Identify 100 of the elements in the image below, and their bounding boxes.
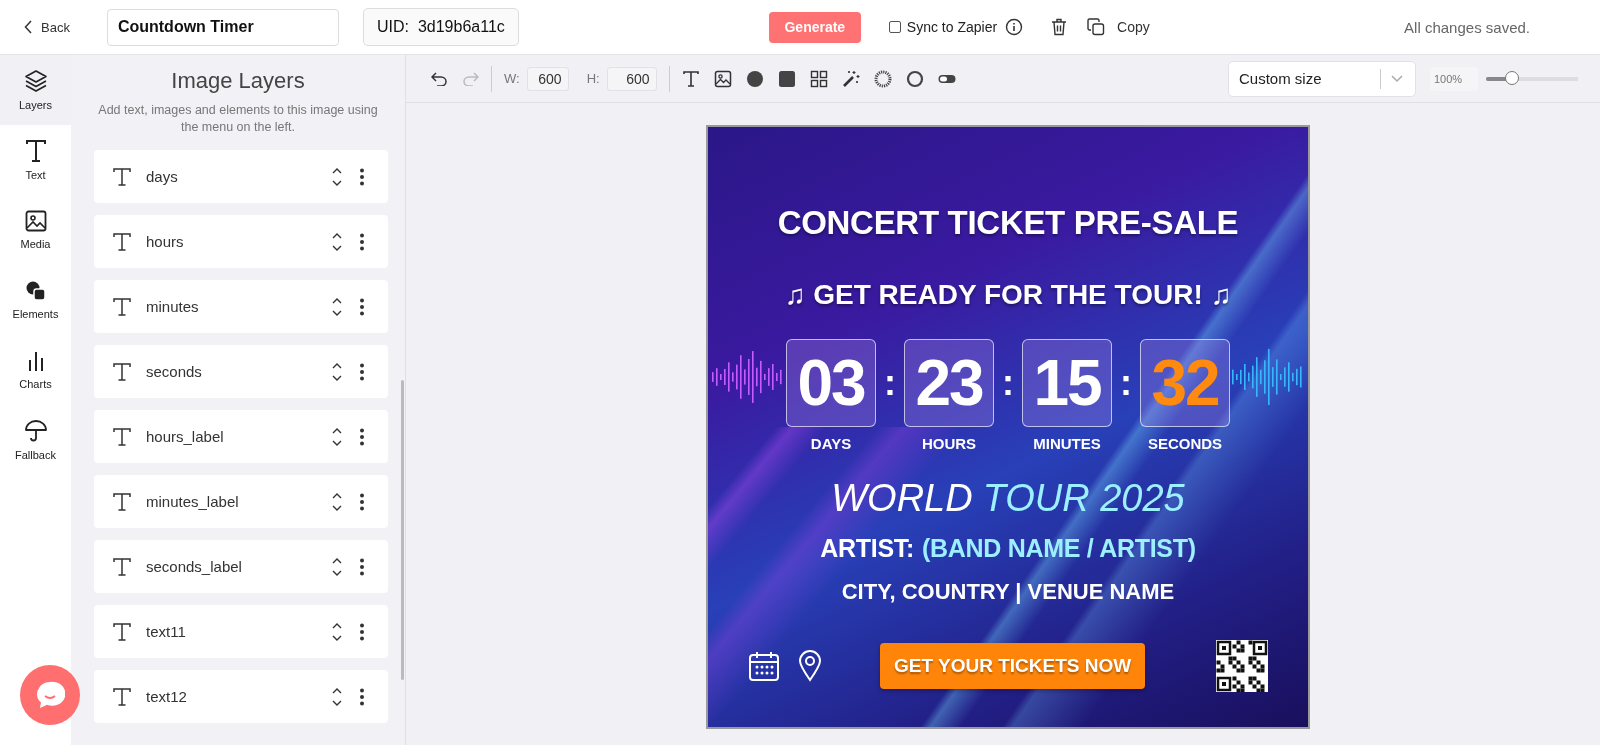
- image-icon: [24, 210, 47, 232]
- back-button[interactable]: Back: [24, 19, 70, 35]
- copy-button[interactable]: Copy: [1087, 18, 1150, 36]
- text-layer-icon: [112, 556, 132, 577]
- countdown-separator: :: [1119, 361, 1133, 405]
- copy-icon[interactable]: [1087, 18, 1106, 36]
- countdown-digits: 32: [1151, 348, 1219, 418]
- width-field[interactable]: 600: [526, 66, 569, 91]
- reorder-icon[interactable]: [332, 556, 342, 577]
- reorder-icon[interactable]: [332, 686, 342, 707]
- reorder-icon[interactable]: [332, 166, 342, 187]
- text-layer-icon: [112, 166, 132, 187]
- magic-wand-icon[interactable]: [841, 69, 860, 88]
- more-options-icon[interactable]: [360, 492, 364, 511]
- project-name-field[interactable]: Countdown Timer: [106, 8, 339, 46]
- back-chevron-icon[interactable]: [24, 20, 33, 34]
- more-options-icon[interactable]: [360, 362, 364, 381]
- text-layer-icon: [112, 231, 132, 252]
- layer-item[interactable]: minutes: [94, 280, 388, 333]
- shapes-icon: [24, 280, 47, 302]
- layer-item[interactable]: hours_label: [94, 410, 388, 463]
- layer-item[interactable]: hours: [94, 215, 388, 268]
- countdown-digits: 23: [915, 348, 983, 418]
- width-label: W:: [504, 71, 520, 86]
- countdown-label: SECONDS: [1147, 435, 1223, 453]
- text-layer-icon: [112, 491, 132, 512]
- artist-text: ARTIST:: [820, 533, 915, 564]
- layer-item[interactable]: days: [94, 150, 388, 203]
- text-layer-icon: [112, 426, 132, 447]
- more-options-icon[interactable]: [360, 297, 364, 316]
- size-preset-dropdown[interactable]: Custom size: [1228, 60, 1416, 97]
- text-layer-icon: [112, 296, 132, 317]
- reorder-icon[interactable]: [332, 231, 342, 252]
- layer-item[interactable]: seconds: [94, 345, 388, 398]
- sync-label: Sync to Zapier: [906, 19, 998, 35]
- panel-description: Add text, images and elements to this image using the menu on the left.: [97, 102, 379, 136]
- save-status: All changes saved.: [1404, 18, 1530, 36]
- more-options-icon[interactable]: [360, 167, 364, 186]
- text-icon: [24, 139, 47, 163]
- countdown-separator: :: [1001, 361, 1015, 405]
- location-text: CITY, COUNTRY | VENUE NAME: [841, 578, 1175, 606]
- tour-title: WORLD: [831, 476, 973, 520]
- circle-icon[interactable]: [745, 69, 764, 88]
- zoom-level: 100%: [1430, 66, 1478, 91]
- image-icon[interactable]: [713, 69, 732, 88]
- countdown-separator: :: [883, 361, 897, 405]
- location-pin-icon: [798, 650, 822, 682]
- layer-name: days: [146, 168, 179, 185]
- square-icon[interactable]: [777, 69, 796, 88]
- more-options-icon[interactable]: [360, 557, 364, 576]
- uid-value: 3d19b6a11c: [417, 18, 505, 36]
- layer-name: seconds_label: [146, 558, 243, 575]
- umbrella-icon: [23, 419, 48, 443]
- poster-headline: CONCERT TICKET PRE-SALE: [777, 203, 1239, 243]
- layer-item[interactable]: seconds_label: [94, 540, 388, 593]
- layer-item[interactable]: minutes_label: [94, 475, 388, 528]
- countdown-label: MINUTES: [1033, 435, 1101, 453]
- scrollbar[interactable]: [401, 380, 404, 680]
- grid-icon[interactable]: [809, 69, 828, 88]
- reorder-icon[interactable]: [332, 361, 342, 382]
- delete-icon[interactable]: [1051, 18, 1068, 36]
- reorder-icon[interactable]: [332, 621, 342, 642]
- text-layer-icon: [112, 621, 132, 642]
- text-layer-icon: [112, 361, 132, 382]
- reorder-icon[interactable]: [332, 296, 342, 317]
- layer-item[interactable]: text11: [94, 605, 388, 658]
- layer-name: text11: [146, 623, 187, 640]
- height-field[interactable]: 600: [606, 66, 657, 91]
- reorder-icon[interactable]: [332, 491, 342, 512]
- uid-label: UID:: [376, 18, 409, 36]
- undo-icon[interactable]: [431, 71, 447, 86]
- countdown-label: DAYS: [810, 435, 852, 453]
- info-icon[interactable]: [1005, 18, 1024, 36]
- dotted-ring-icon[interactable]: [873, 69, 892, 88]
- more-options-icon[interactable]: [360, 427, 364, 446]
- layer-name: seconds: [146, 363, 203, 380]
- sync-checkbox[interactable]: [888, 21, 901, 33]
- layer-name: minutes_label: [146, 493, 240, 510]
- qr-code-icon: [1216, 640, 1268, 692]
- reorder-icon[interactable]: [332, 426, 342, 447]
- text-layer-icon: [112, 686, 132, 707]
- countdown-label: HOURS: [921, 435, 977, 453]
- chat-bubble-icon: [35, 680, 65, 710]
- layer-name: text12: [146, 688, 188, 705]
- layer-name: minutes: [146, 298, 200, 315]
- more-options-icon[interactable]: [360, 622, 364, 641]
- countdown-digits: 15: [1033, 348, 1101, 418]
- layer-name: hours: [146, 233, 185, 250]
- ring-icon[interactable]: [905, 69, 924, 88]
- artist-text: (BAND NAME / ARTIST): [922, 533, 1196, 564]
- layer-item[interactable]: text12: [94, 670, 388, 723]
- more-options-icon[interactable]: [360, 687, 364, 706]
- bar-chart-icon: [26, 350, 45, 372]
- height-label: H:: [586, 71, 600, 86]
- more-options-icon[interactable]: [360, 232, 364, 251]
- countdown-digits: 03: [797, 348, 865, 418]
- chevron-down-icon: [1391, 74, 1403, 83]
- sidebar-item[interactable]: Layers: [0, 55, 71, 125]
- text-icon[interactable]: [681, 69, 700, 88]
- poster-subheadline: ♫ GET READY FOR THE TOUR! ♫: [784, 278, 1232, 312]
